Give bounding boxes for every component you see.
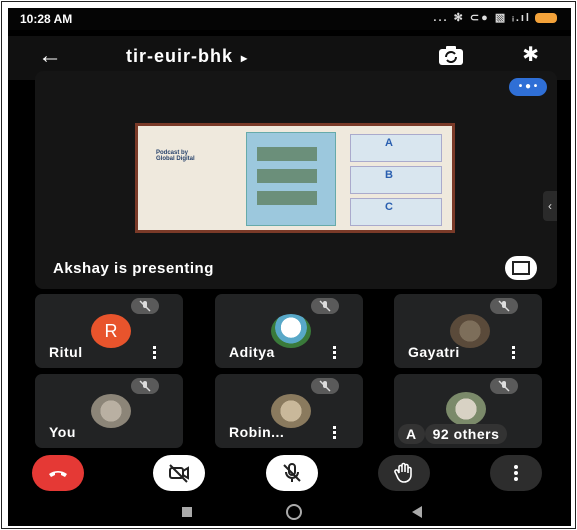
more-options-button[interactable] [490,455,542,491]
slide-center-panel [246,132,336,226]
panel-photo [257,169,317,183]
raise-hand-button[interactable] [378,455,430,491]
slide-right-cards: A B C [350,134,442,226]
panel-photo [257,191,317,205]
participant-name: Aditya [229,344,275,360]
participant-name: Robin... [229,424,285,440]
status-icons: ... ✻ ⊂● ▧ ᵢ.ıl [433,11,557,24]
fullscreen-button[interactable] [505,256,537,280]
more-options-icon [514,465,518,481]
participant-indicator-badge: • ● • [509,78,547,96]
camera-off-icon [169,464,189,483]
meeting-title[interactable]: tir-euir-bhk ▸ [126,46,248,67]
mic-off-icon [283,463,301,482]
mic-muted-icon [490,378,518,394]
participant-name: You [49,424,76,440]
more-options-icon[interactable] [153,346,157,360]
panel-photo [257,147,317,161]
others-count: A 92 others [398,424,508,444]
side-panel-chevron-icon[interactable]: ‹ [543,191,557,221]
participant-tile[interactable]: You [35,374,183,448]
nav-back-icon[interactable] [412,506,422,518]
presentation-stage[interactable]: • ● • Podcast by Global Digital A B C ‹ … [35,71,557,289]
podcast-logo: Podcast by Global Digital [156,150,226,190]
fullscreen-icon [521,266,530,275]
logo-line-2: Global Digital [156,156,195,162]
mic-muted-icon [490,298,518,314]
avatar [271,394,311,428]
card-letter: B [385,169,393,181]
more-options-icon[interactable] [512,346,516,360]
camera-toggle-button[interactable] [153,455,205,491]
battery-icon [535,13,557,24]
end-call-button[interactable] [32,455,84,491]
end-call-icon [49,471,67,477]
system-nav-bar [8,496,571,526]
avatar [446,392,486,426]
avatar: R [91,314,131,348]
participant-name: Gayatri [408,344,460,360]
fullscreen-icon [512,266,521,275]
shared-slide: Podcast by Global Digital A B C [135,123,455,233]
participant-name: Ritul [49,344,83,360]
slide-card-a: A [350,134,442,162]
slide-card-c: C [350,198,442,226]
mic-muted-icon [131,298,159,314]
home-icon[interactable] [286,504,302,520]
more-options-icon[interactable] [333,346,337,360]
avatar [450,314,490,348]
others-tile[interactable]: A 92 others [394,374,542,448]
participant-tile[interactable]: Gayatri [394,294,542,368]
back-arrow-icon[interactable]: ← [38,44,62,68]
status-bar: 10:28 AM ... ✻ ⊂● ▧ ᵢ.ıl [8,8,571,30]
card-letter: A [385,137,393,149]
call-controls [8,455,571,495]
avatar [91,394,131,428]
others-label: 92 others [424,424,508,444]
card-letter: C [385,201,393,213]
slide-card-b: B [350,166,442,194]
mic-muted-icon [311,298,339,314]
mic-toggle-button[interactable] [266,455,318,491]
presenting-label: Akshay is presenting [53,260,214,277]
slide-content: Podcast by Global Digital A B C [138,126,452,230]
participant-tile[interactable]: Robin... [215,374,363,448]
mic-muted-icon [131,378,159,394]
recents-icon[interactable] [182,507,192,517]
mic-muted-icon [311,378,339,394]
switch-camera-icon[interactable] [437,44,465,68]
status-icons-text: ... ✻ ⊂● ▧ ᵢ.ıl [433,12,531,24]
avatar [271,314,311,348]
status-time: 10:28 AM [20,12,73,26]
bluetooth-icon[interactable]: ✱ [522,42,539,67]
meeting-details-arrow-icon: ▸ [241,51,249,65]
screenshot-frame: 10:28 AM ... ✻ ⊂● ▧ ᵢ.ıl ← tir-euir-bhk ▸… [1,1,576,529]
participant-tile[interactable]: Aditya [215,294,363,368]
raise-hand-icon [394,462,412,483]
participant-tile[interactable]: R Ritul [35,294,183,368]
phone-screen: 10:28 AM ... ✻ ⊂● ▧ ᵢ.ıl ← tir-euir-bhk ▸… [8,8,571,526]
more-options-icon[interactable] [333,426,337,440]
meeting-code: tir-euir-bhk [126,46,234,66]
participant-name: A [398,424,425,444]
